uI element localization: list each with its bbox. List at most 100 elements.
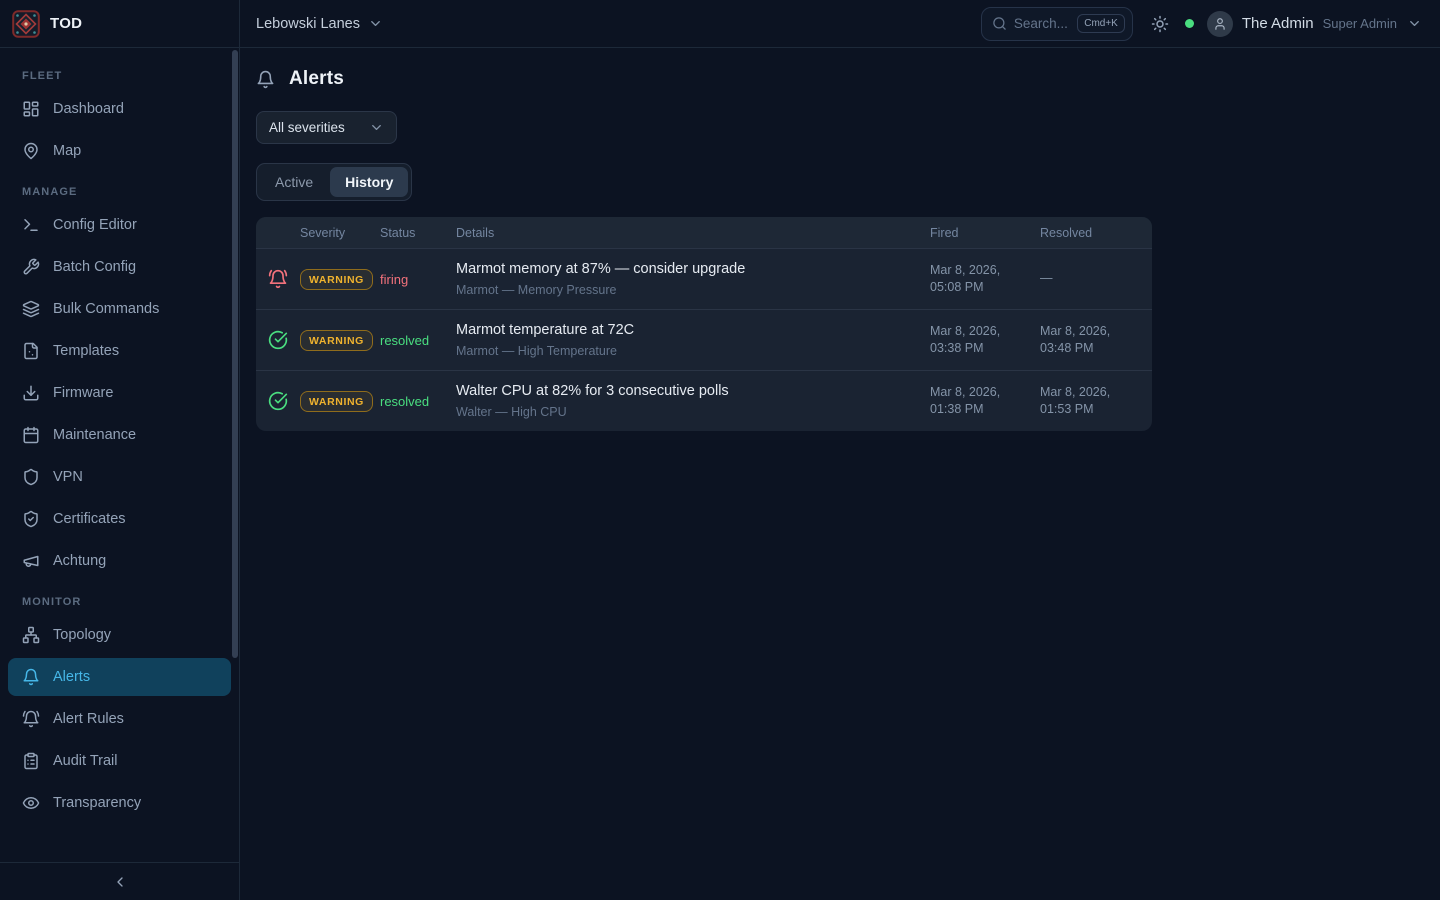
alert-row[interactable]: WARNING resolvedMarmot temperature at 72C…: [256, 309, 1152, 370]
user-icon: [1213, 17, 1227, 31]
severity-filter-select[interactable]: All severities: [256, 111, 397, 144]
column-header-severity: Severity: [300, 226, 380, 240]
org-name: Lebowski Lanes: [256, 16, 360, 32]
sidebar-item-label: Config Editor: [53, 217, 137, 233]
sidebar: FLEETDashboardMapMANAGEConfig EditorBatc…: [0, 48, 240, 900]
alert-title: Walter CPU at 82% for 3 consecutive poll…: [456, 383, 930, 399]
topbar-main: Lebowski Lanes Cmd+K The Admin Super Adm…: [240, 0, 1440, 47]
network-icon: [22, 626, 40, 644]
search-icon: [992, 16, 1007, 31]
alerts-table: Severity Status Details Fired Resolved W…: [256, 217, 1152, 431]
sidebar-item-config-editor[interactable]: Config Editor: [8, 206, 231, 244]
sidebar-item-label: Bulk Commands: [53, 301, 159, 317]
sidebar-item-bulk-commands[interactable]: Bulk Commands: [8, 290, 231, 328]
layers-icon: [22, 300, 40, 318]
bell-icon: [22, 668, 40, 686]
clipboard-list-icon: [22, 752, 40, 770]
sidebar-item-achtung[interactable]: Achtung: [8, 542, 231, 580]
tab-history[interactable]: History: [330, 167, 408, 197]
tab-active[interactable]: Active: [260, 167, 328, 197]
chevron-left-icon: [112, 874, 128, 890]
column-header-fired: Fired: [930, 226, 1040, 240]
megaphone-icon: [22, 552, 40, 570]
wrench-icon: [22, 258, 40, 276]
chevron-down-icon: [368, 16, 383, 31]
sidebar-item-dashboard[interactable]: Dashboard: [8, 90, 231, 128]
connection-status-dot: [1185, 19, 1194, 28]
fired-timestamp: Mar 8, 2026, 01:38 PM: [930, 384, 1020, 419]
shield-icon: [22, 468, 40, 486]
sidebar-item-label: Batch Config: [53, 259, 136, 275]
sidebar-scrollbar[interactable]: [232, 50, 238, 658]
user-role-badge: Super Admin: [1323, 16, 1397, 31]
user-name: The Admin: [1242, 15, 1314, 32]
sidebar-item-label: Topology: [53, 627, 111, 643]
status-text: resolved: [380, 394, 456, 409]
details-cell: Marmot memory at 87% — consider upgrade M…: [456, 261, 930, 297]
table-body: WARNINGfiringMarmot memory at 87% — cons…: [256, 248, 1152, 431]
user-menu-chevron-icon[interactable]: [1407, 16, 1422, 31]
page-title: Alerts: [256, 68, 1424, 90]
sidebar-item-label: VPN: [53, 469, 83, 485]
sidebar-item-map[interactable]: Map: [8, 132, 231, 170]
sidebar-item-alert-rules[interactable]: Alert Rules: [8, 700, 231, 738]
theme-toggle-button[interactable]: [1151, 15, 1169, 33]
check-circle-icon: [256, 330, 300, 350]
bell-icon: [256, 70, 275, 89]
severity-filter-value: All severities: [269, 120, 345, 135]
calendar-icon: [22, 426, 40, 444]
brand-area: TOD: [0, 0, 240, 47]
dashboard-icon: [22, 100, 40, 118]
sidebar-item-label: Map: [53, 143, 81, 159]
search-shortcut-badge: Cmd+K: [1077, 14, 1125, 33]
alert-subtitle: Marmot — High Temperature: [456, 344, 930, 358]
sidebar-item-label: Audit Trail: [53, 753, 117, 769]
search-input[interactable]: [1014, 16, 1070, 31]
alert-title: Marmot temperature at 72C: [456, 322, 930, 338]
severity-cell: WARNING: [300, 391, 380, 412]
sidebar-item-label: Transparency: [53, 795, 141, 811]
org-switcher[interactable]: Lebowski Lanes: [256, 16, 383, 32]
terminal-icon: [22, 216, 40, 234]
sidebar-item-label: Firmware: [53, 385, 113, 401]
sidebar-footer: [0, 862, 239, 900]
sidebar-item-label: Maintenance: [53, 427, 136, 443]
file-icon: [22, 342, 40, 360]
resolved-timestamp: Mar 8, 2026, 01:53 PM: [1040, 384, 1130, 419]
sidebar-item-alerts[interactable]: Alerts: [8, 658, 231, 696]
sidebar-nav: FLEETDashboardMapMANAGEConfig EditorBatc…: [0, 48, 239, 862]
sidebar-item-vpn[interactable]: VPN: [8, 458, 231, 496]
status-text: resolved: [380, 333, 456, 348]
alert-subtitle: Walter — High CPU: [456, 405, 930, 419]
sidebar-item-topology[interactable]: Topology: [8, 616, 231, 654]
sun-icon: [1151, 15, 1169, 33]
resolved-timestamp: Mar 8, 2026, 03:48 PM: [1040, 323, 1130, 358]
alert-subtitle: Marmot — Memory Pressure: [456, 283, 930, 297]
topbar: TOD Lebowski Lanes Cmd+K The: [0, 0, 1440, 48]
map-pin-icon: [22, 142, 40, 160]
sidebar-collapse-button[interactable]: [112, 874, 128, 890]
sidebar-item-firmware[interactable]: Firmware: [8, 374, 231, 412]
resolved-timestamp: —: [1040, 270, 1130, 288]
fired-timestamp: Mar 8, 2026, 05:08 PM: [930, 262, 1020, 297]
details-cell: Walter CPU at 82% for 3 consecutive poll…: [456, 383, 930, 419]
alert-row[interactable]: WARNINGresolvedWalter CPU at 82% for 3 c…: [256, 370, 1152, 431]
bell-ring-icon: [22, 710, 40, 728]
severity-badge: WARNING: [300, 269, 373, 290]
sidebar-item-label: Dashboard: [53, 101, 124, 117]
severity-badge: WARNING: [300, 330, 373, 351]
search-box[interactable]: Cmd+K: [981, 7, 1133, 41]
brand-logo-icon: [12, 10, 40, 38]
alert-title: Marmot memory at 87% — consider upgrade: [456, 261, 930, 277]
sidebar-item-batch-config[interactable]: Batch Config: [8, 248, 231, 286]
sidebar-item-audit-trail[interactable]: Audit Trail: [8, 742, 231, 780]
sidebar-item-maintenance[interactable]: Maintenance: [8, 416, 231, 454]
sidebar-item-templates[interactable]: Templates: [8, 332, 231, 370]
nav-section-label-monitor: MONITOR: [8, 584, 231, 616]
sidebar-item-transparency[interactable]: Transparency: [8, 784, 231, 822]
alert-row[interactable]: WARNINGfiringMarmot memory at 87% — cons…: [256, 248, 1152, 309]
eye-icon: [22, 794, 40, 812]
sidebar-item-certificates[interactable]: Certificates: [8, 500, 231, 538]
avatar[interactable]: [1207, 11, 1233, 37]
sidebar-item-label: Alerts: [53, 669, 90, 685]
